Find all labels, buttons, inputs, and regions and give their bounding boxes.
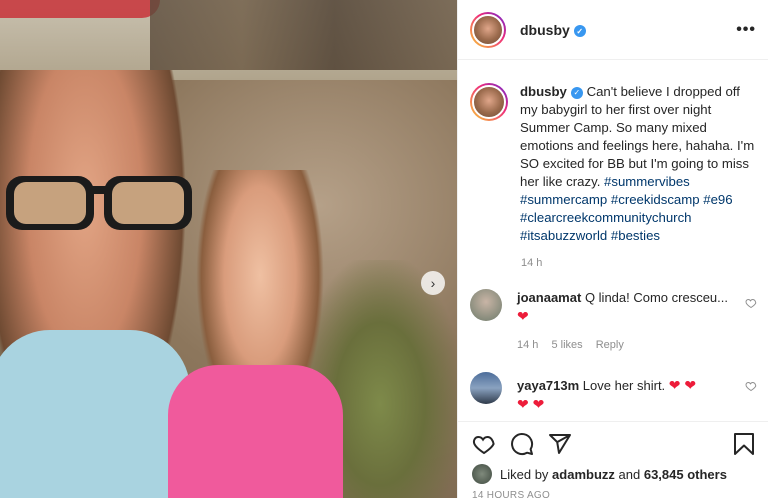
caption-avatar[interactable] [470,83,508,121]
comment-item: joanaamat Q linda! Como cresceu... ❤ 14 … [458,289,768,354]
caption-text: dbusby ✓ Can't believe I dropped off my b… [520,83,757,245]
post-header: dbusby ✓ ••• [458,0,768,60]
red-heart-emoji-icon: ❤ ❤ [668,377,697,393]
photo-sunglasses [6,176,192,230]
caption: dbusby ✓ Can't believe I dropped off my b… [458,61,768,245]
chevron-right-icon: › [430,275,436,291]
post-sidebar: dbusby ✓ ••• dbusby ✓ Can't believe I drop… [457,0,768,498]
hashtag-link[interactable]: #itsabuzzworld [520,228,607,243]
hashtag-link[interactable]: #summercamp [520,192,607,207]
comment-likes[interactable]: 5 likes [551,339,582,351]
red-heart-emoji-icon: ❤ [517,308,529,324]
comment-username[interactable]: yaya713m [517,378,579,393]
photo-girl-shirt [168,365,343,498]
comment-reply-button[interactable]: Reply [596,339,624,351]
comment-text: Q linda! Como cresceu... [584,290,728,305]
hashtag-link[interactable]: #creekidscamp [611,192,700,207]
liked-by-user[interactable]: adambuzz [552,467,615,482]
verified-badge-icon: ✓ [570,87,583,99]
likes-summary: Liked by adambuzz and 63,845 others [458,456,768,484]
action-bar: Liked by adambuzz and 63,845 others 14 H… [458,421,768,498]
liker-avatar[interactable] [472,464,492,484]
header-username[interactable]: dbusby ✓ [520,22,586,38]
comment-icon[interactable] [510,432,534,456]
bookmark-icon[interactable] [733,432,755,456]
comment-text: Love her shirt. [582,378,666,393]
comment-body: joanaamat Q linda! Como cresceu... ❤ 14 … [517,289,732,354]
caption-username[interactable]: dbusby [520,84,567,99]
comment-avatar[interactable] [470,372,502,404]
comment-avatar[interactable] [470,289,502,321]
heart-icon[interactable] [472,432,496,456]
hashtag-link[interactable]: #e96 [703,192,732,207]
caption-timestamp[interactable]: 14 h [521,257,768,269]
comment-username[interactable]: joanaamat [517,290,581,305]
others-count[interactable]: 63,845 others [644,467,727,482]
small-heart-icon[interactable] [745,289,757,354]
verified-badge-icon: ✓ [573,25,586,37]
post-date[interactable]: 14 HOURS AGO [458,484,768,498]
comment-meta: 14 h 5 likes Reply [517,336,732,354]
hashtag-link[interactable]: #clearcreekcommunitychurch [520,210,692,225]
comments-area[interactable]: dbusby ✓ Can't believe I dropped off my b… [458,61,768,421]
red-heart-emoji-icon: ❤ ❤ [517,396,545,412]
comment-item: yaya713m Love her shirt. ❤ ❤ ❤ ❤ [458,372,768,414]
liked-by-prefix: Liked by [500,466,549,482]
small-heart-icon[interactable] [745,372,757,414]
username-link[interactable]: dbusby [520,22,570,38]
photo-woman-shirt [0,330,190,498]
post-photo[interactable]: › [0,0,457,498]
avatar[interactable] [470,11,506,48]
hashtag-link[interactable]: #summervibes [604,174,690,189]
next-photo-button[interactable]: › [421,271,445,295]
hashtag-link[interactable]: #besties [611,228,660,243]
share-icon[interactable] [548,432,572,456]
comment-body: yaya713m Love her shirt. ❤ ❤ ❤ ❤ [517,372,732,414]
photo-tent [0,0,160,18]
and-word: and [618,466,641,482]
comment-timestamp[interactable]: 14 h [517,339,538,351]
action-icons [458,422,768,456]
photo-trees [150,0,457,70]
more-options-icon[interactable]: ••• [736,21,756,39]
